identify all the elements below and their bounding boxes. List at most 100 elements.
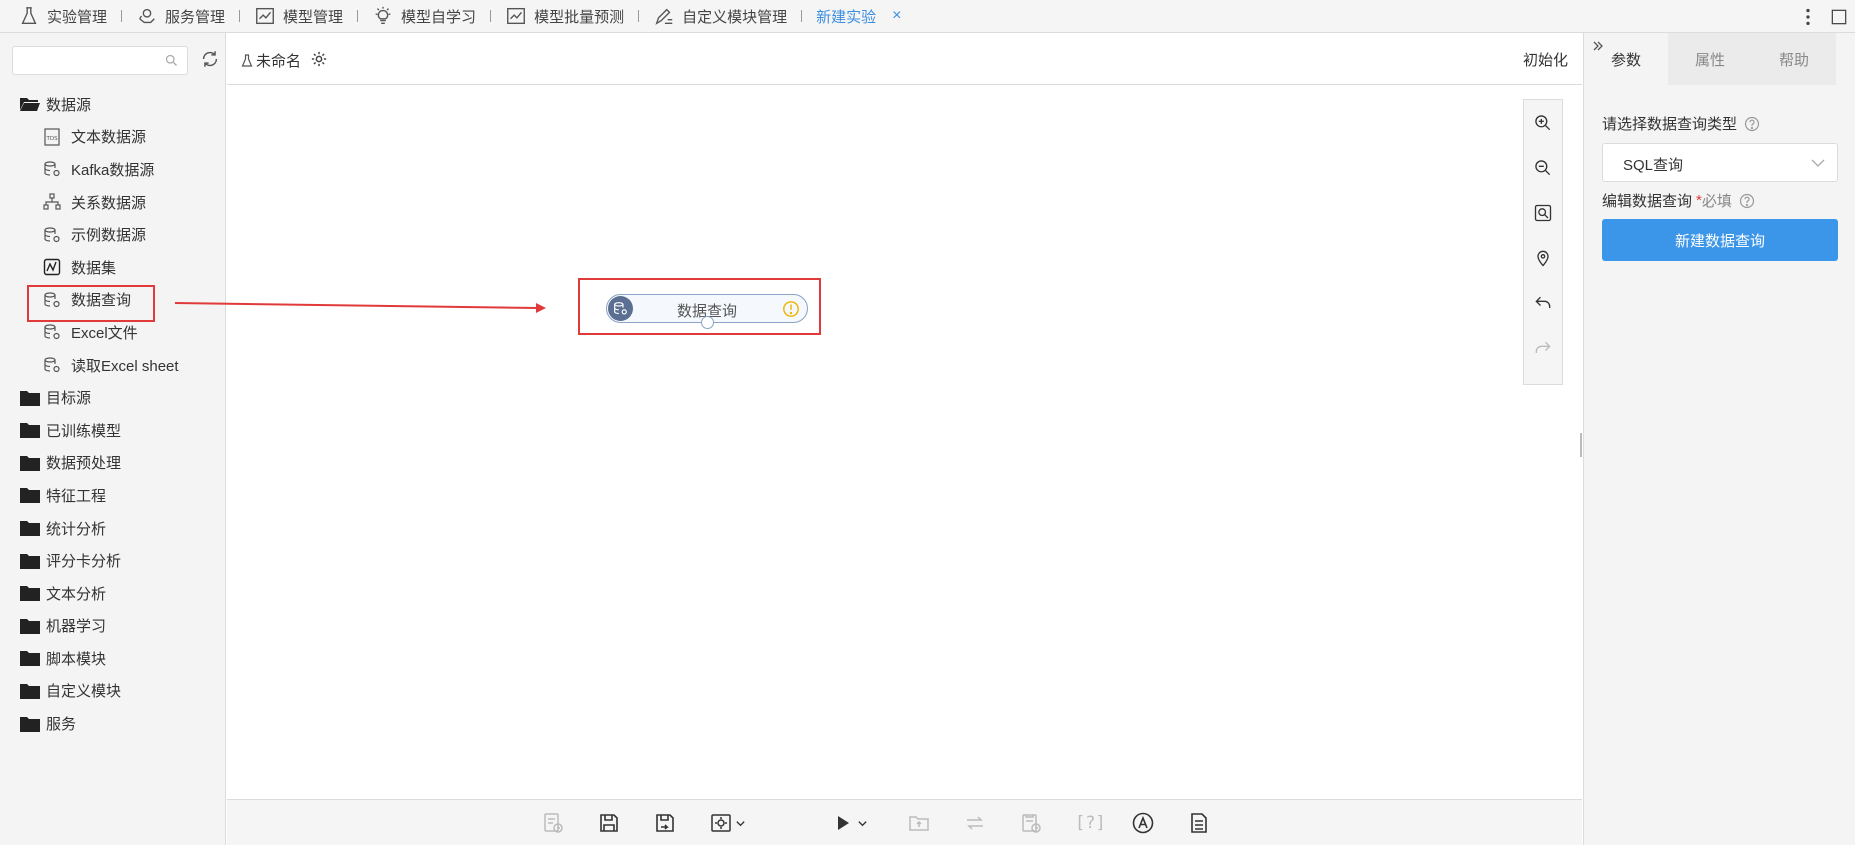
chevron-down-icon (736, 820, 745, 826)
help-circle-icon[interactable] (1739, 193, 1755, 209)
module-sidebar: 数据源 TDS 文本数据源 Kafka数据源 关系数据源 示例数据源 数据集 数… (0, 33, 226, 845)
top-right-controls (1797, 0, 1855, 33)
experiment-name-label: 未命名 (256, 53, 302, 70)
query-type-select[interactable]: SQL查询 (1602, 143, 1838, 182)
tree-folder-custom-modules[interactable]: 自定义模块 (0, 675, 226, 708)
tree-label: 目标源 (46, 390, 92, 408)
save-button[interactable] (597, 810, 621, 836)
edit-query-label-text: 编辑数据查询 (1602, 193, 1693, 210)
tab-model-self-learning[interactable]: 模型自学习 (372, 0, 476, 32)
tree-folder-services[interactable]: 服务 (0, 707, 226, 740)
new-data-query-button[interactable]: 新建数据查询 (1602, 219, 1838, 261)
data-query-node[interactable]: 数据查询 (606, 294, 808, 329)
tab-batch-prediction[interactable]: 模型批量预测 (505, 0, 624, 32)
tds-file-icon: TDS (44, 128, 60, 146)
search-input[interactable] (13, 47, 153, 74)
folder-icon (20, 553, 40, 569)
top-nav-bar: 实验管理 服务管理 模型管理 模型自学习 模型批量预测 自定义模块管理 新建实验… (0, 0, 1855, 33)
node-output-port[interactable] (701, 316, 714, 329)
tab-custom-module-management[interactable]: 自定义模块管理 (653, 0, 787, 32)
tree-label: Kafka数据源 (71, 161, 155, 179)
tree-folder-script-modules[interactable]: 脚本模块 (0, 642, 226, 675)
tree-folder-scorecard[interactable]: 评分卡分析 (0, 544, 226, 577)
tab-label: 新建实验 (816, 8, 877, 26)
tree-label: 服务 (46, 716, 77, 734)
gear-icon[interactable] (310, 50, 328, 68)
tree-label: 特征工程 (46, 487, 107, 505)
tree-item-read-excel-sheet[interactable]: 读取Excel sheet (0, 349, 226, 382)
tree-label: 已训练模型 (46, 422, 122, 440)
document-clock-icon (544, 813, 563, 833)
experiment-canvas[interactable]: 数据查询 (227, 86, 1582, 799)
double-chevron-right-icon[interactable] (1592, 40, 1604, 52)
more-vertical-icon[interactable] (1797, 6, 1819, 28)
tab-experiment-management[interactable]: 实验管理 (18, 0, 107, 32)
document-icon (1191, 813, 1207, 833)
module-tree: 数据源 TDS 文本数据源 Kafka数据源 关系数据源 示例数据源 数据集 数… (0, 88, 226, 740)
run-settings-button[interactable] (709, 810, 746, 836)
tree-item-relational-datasource[interactable]: 关系数据源 (0, 186, 226, 219)
tab-label: 模型批量预测 (534, 8, 625, 26)
zoom-out-button[interactable] (1524, 145, 1562, 190)
search-box (12, 46, 188, 75)
tab-properties[interactable]: 属性 (1668, 33, 1752, 85)
tree-item-dataset[interactable]: 数据集 (0, 251, 226, 284)
tree-item-data-query[interactable]: 数据查询 (0, 284, 226, 322)
save-as-button[interactable] (653, 810, 677, 836)
warning-icon[interactable] (782, 300, 800, 318)
tree-item-sample-datasource[interactable]: 示例数据源 (0, 218, 226, 251)
canvas-header: 未命名 初始化 (227, 33, 1582, 85)
fit-view-button[interactable] (1524, 190, 1562, 235)
tree-folder-preprocessing[interactable]: 数据预处理 (0, 447, 226, 480)
zoom-in-button[interactable] (1524, 100, 1562, 145)
database-gear-icon (44, 292, 60, 307)
run-button[interactable] (831, 810, 868, 836)
circle-a-icon (1132, 812, 1154, 834)
tab-model-management[interactable]: 模型管理 (254, 0, 343, 32)
export-button[interactable] (907, 810, 931, 836)
undo-button[interactable] (1524, 280, 1562, 325)
tree-folder-target-source[interactable]: 目标源 (0, 381, 226, 414)
help-bracket-button[interactable]: [?] (1075, 810, 1106, 836)
tree-item-text-datasource[interactable]: TDS 文本数据源 (0, 121, 226, 154)
tree-folder-trained-models[interactable]: 已训练模型 (0, 414, 226, 447)
resize-handle[interactable] (1580, 433, 1582, 457)
edit-query-label: 编辑数据查询 * 必填 (1602, 190, 1755, 211)
tree-folder-statistics[interactable]: 统计分析 (0, 512, 226, 545)
undo-icon (1535, 296, 1551, 308)
lightbulb-icon (375, 6, 391, 25)
run-log-button[interactable] (541, 810, 565, 836)
schedule-button[interactable] (1019, 810, 1043, 836)
tree-item-excel-file[interactable]: Excel文件 (0, 316, 226, 349)
tree-label: 数据集 (71, 259, 117, 277)
tree-item-kafka-datasource[interactable]: Kafka数据源 (0, 153, 226, 186)
tree-folder-datasource[interactable]: 数据源 (0, 88, 226, 121)
experiment-name[interactable]: 未命名 (241, 50, 301, 71)
settings-icon (711, 814, 731, 832)
folder-icon (20, 586, 40, 602)
redo-button[interactable] (1524, 325, 1562, 370)
tree-folder-feature-engineering[interactable]: 特征工程 (0, 479, 226, 512)
folder-open-icon (20, 98, 40, 112)
zoom-out-icon (1535, 159, 1551, 175)
close-tab-button[interactable]: × (892, 7, 901, 25)
refresh-icon[interactable] (199, 48, 221, 70)
help-circle-icon[interactable] (1744, 116, 1760, 132)
folder-icon (20, 521, 40, 537)
tree-folder-machine-learning[interactable]: 机器学习 (0, 610, 226, 643)
maximize-icon[interactable] (1829, 7, 1849, 27)
tab-label: 实验管理 (47, 8, 108, 26)
locate-button[interactable] (1524, 235, 1562, 280)
initialize-button[interactable]: 初始化 (1523, 49, 1568, 70)
sync-button[interactable] (963, 810, 987, 836)
tab-help[interactable]: 帮助 (1752, 33, 1836, 85)
chart-icon (507, 7, 525, 25)
tab-service-management[interactable]: 服务管理 (136, 0, 225, 32)
tree-label: 示例数据源 (71, 227, 147, 245)
tab-new-experiment[interactable]: 新建实验 (816, 0, 876, 32)
search-icon[interactable] (164, 53, 179, 68)
document-button[interactable] (1187, 810, 1211, 836)
tree-folder-text-analysis[interactable]: 文本分析 (0, 577, 226, 610)
auto-layout-button[interactable] (1131, 810, 1155, 836)
save-as-icon (656, 814, 674, 832)
